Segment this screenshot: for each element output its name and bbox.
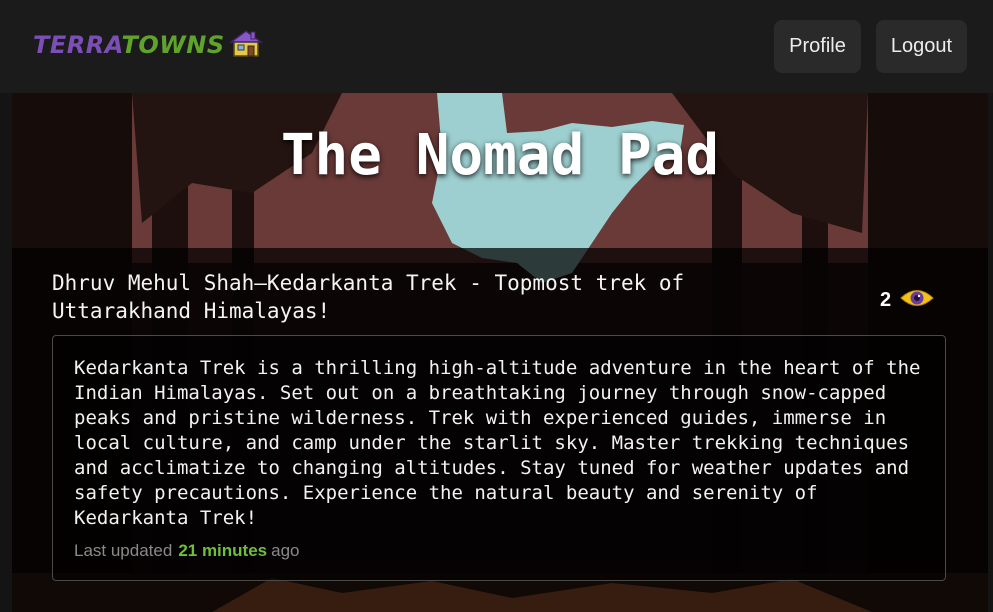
view-counter: 2 xyxy=(880,287,934,314)
house-icon xyxy=(228,29,263,62)
last-updated: Last updated 21 minutes ago xyxy=(74,541,300,561)
page-title: The Nomad Pad xyxy=(280,123,720,188)
last-updated-label: Last updated xyxy=(74,541,173,560)
post-card: Kedarkanta Trek is a thrilling high-alti… xyxy=(52,335,946,581)
views-count: 2 xyxy=(880,289,892,311)
logo-text-terra: TERRA xyxy=(33,31,122,59)
top-navbar: TERRATOWNS Profile Logout xyxy=(0,0,993,93)
logo-text: TERRATOWNS xyxy=(33,28,225,62)
last-updated-value: 21 minutes xyxy=(178,541,268,560)
eye-icon xyxy=(900,287,934,314)
logo-text-towns: TOWNS xyxy=(121,31,225,59)
post-description: Kedarkanta Trek is a thrilling high-alti… xyxy=(74,357,921,529)
last-updated-suffix: ago xyxy=(271,541,300,560)
profile-button[interactable]: Profile xyxy=(774,20,861,73)
logout-button[interactable]: Logout xyxy=(876,20,967,73)
terratowns-logo[interactable]: TERRATOWNS xyxy=(33,28,263,62)
home-hero: The Nomad Pad Dhruv Mehul Shah—Kedarkant… xyxy=(12,93,988,612)
post-title: Dhruv Mehul Shah—Kedarkanta Trek - Topmo… xyxy=(52,271,685,323)
